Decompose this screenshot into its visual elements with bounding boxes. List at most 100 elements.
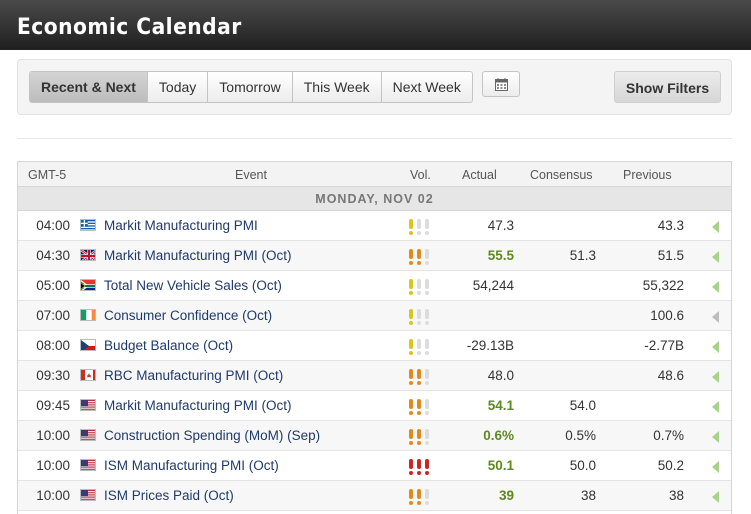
header-consensus: Consensus	[530, 168, 593, 182]
event-name[interactable]: Markit Manufacturing PMI (Oct)	[104, 248, 292, 263]
volatility-icon	[407, 368, 435, 386]
consensus-value: 54.0	[569, 398, 596, 413]
event-rows: 04:00 Markit Manufacturing PMI 47.3 43.3 04:…	[18, 211, 731, 511]
country-flag-icon	[80, 399, 96, 411]
event-time: 10:00	[36, 488, 70, 503]
table-row[interactable]: 04:00 Markit Manufacturing PMI 47.3 43.3	[18, 211, 731, 241]
table-row[interactable]: 10:00 ISM Prices Paid (Oct) 39 38 38	[18, 481, 731, 511]
event-time: 09:45	[36, 398, 70, 413]
consensus-value: 50.0	[569, 458, 596, 473]
actual-value: 50.1	[487, 458, 514, 473]
event-name[interactable]: ISM Prices Paid (Oct)	[104, 488, 234, 503]
event-name[interactable]: Consumer Confidence (Oct)	[104, 308, 272, 323]
previous-value: 38	[668, 488, 684, 503]
expand-arrow-icon[interactable]	[712, 341, 719, 353]
consensus-value: 0.5%	[565, 428, 596, 443]
event-name[interactable]: Total New Vehicle Sales (Oct)	[104, 278, 282, 293]
previous-value: 0.7%	[653, 428, 684, 443]
event-time: 07:00	[36, 308, 70, 323]
page-header: Economic Calendar	[0, 0, 751, 50]
event-name[interactable]: Markit Manufacturing PMI	[104, 218, 258, 233]
calendar-icon	[495, 78, 508, 91]
expand-arrow-icon[interactable]	[712, 281, 719, 293]
table-row[interactable]: 09:30 RBC Manufacturing PMI (Oct) 48.0 48.6	[18, 361, 731, 391]
expand-arrow-icon[interactable]	[712, 251, 719, 263]
tab-next-week[interactable]: Next Week	[382, 72, 472, 102]
tab-recent-next[interactable]: Recent & Next	[30, 72, 148, 102]
volatility-icon	[407, 398, 435, 416]
consensus-value: 51.3	[569, 248, 596, 263]
previous-value: 48.6	[657, 368, 684, 383]
table-row[interactable]: 09:45 Markit Manufacturing PMI (Oct) 54.1 5…	[18, 391, 731, 421]
divider	[17, 138, 732, 139]
actual-value: -29.13B	[466, 338, 514, 353]
country-flag-icon	[80, 309, 96, 321]
event-time: 10:00	[36, 458, 70, 473]
country-flag-icon	[80, 429, 96, 441]
actual-value: 54.1	[487, 398, 514, 413]
expand-arrow-icon[interactable]	[712, 461, 719, 473]
event-name[interactable]: RBC Manufacturing PMI (Oct)	[104, 368, 283, 383]
table-row[interactable]: 10:00 ISM Manufacturing PMI (Oct) 50.1 50.0…	[18, 451, 731, 481]
event-name[interactable]: ISM Manufacturing PMI (Oct)	[104, 458, 279, 473]
previous-value: -2.77B	[644, 338, 684, 353]
expand-arrow-icon[interactable]	[712, 371, 719, 383]
event-time: 08:00	[36, 338, 70, 353]
header-vol: Vol.	[410, 168, 431, 182]
country-flag-icon	[80, 219, 96, 231]
volatility-icon	[407, 218, 435, 236]
table-header: GMT-5 Event Vol. Actual Consensus Previo…	[18, 162, 731, 187]
calendar-table: GMT-5 Event Vol. Actual Consensus Previo…	[17, 161, 732, 514]
event-time: 05:00	[36, 278, 70, 293]
expand-arrow-icon[interactable]	[712, 401, 719, 413]
header-event: Event	[235, 168, 267, 182]
tab-today[interactable]: Today	[148, 72, 209, 102]
volatility-icon	[407, 458, 435, 476]
tab-tomorrow[interactable]: Tomorrow	[208, 72, 293, 102]
previous-value: 100.6	[650, 308, 684, 323]
volatility-icon	[407, 278, 435, 296]
event-name[interactable]: Markit Manufacturing PMI (Oct)	[104, 398, 292, 413]
country-flag-icon	[80, 339, 96, 351]
previous-value: 55,322	[642, 278, 684, 293]
show-filters-button[interactable]: Show Filters	[614, 71, 721, 103]
day-header: MONDAY, NOV 02	[18, 187, 731, 211]
expand-arrow-icon[interactable]	[712, 431, 719, 443]
volatility-icon	[407, 428, 435, 446]
tab-this-week[interactable]: This Week	[293, 72, 382, 102]
country-flag-icon	[80, 489, 96, 501]
expand-arrow-icon[interactable]	[712, 311, 719, 323]
previous-value: 51.5	[657, 248, 684, 263]
event-time: 04:30	[36, 248, 70, 263]
previous-value: 50.2	[657, 458, 684, 473]
table-row[interactable]: 05:00 Total New Vehicle Sales (Oct) 54,244…	[18, 271, 731, 301]
volatility-icon	[407, 248, 435, 266]
previous-value: 43.3	[657, 218, 684, 233]
table-row[interactable]: 07:00 Consumer Confidence (Oct) 100.6	[18, 301, 731, 331]
page-title: Economic Calendar	[17, 15, 242, 40]
header-actual: Actual	[462, 168, 497, 182]
header-previous: Previous	[623, 168, 672, 182]
table-row[interactable]: 10:00 Construction Spending (MoM) (Sep) 0.…	[18, 421, 731, 451]
volatility-icon	[407, 488, 435, 506]
volatility-icon	[407, 338, 435, 356]
actual-value: 48.0	[487, 368, 514, 383]
actual-value: 39	[498, 488, 514, 503]
actual-value: 55.5	[487, 248, 514, 263]
event-name[interactable]: Construction Spending (MoM) (Sep)	[104, 428, 320, 443]
event-name[interactable]: Budget Balance (Oct)	[104, 338, 233, 353]
expand-arrow-icon[interactable]	[712, 491, 719, 503]
country-flag-icon	[80, 279, 96, 291]
header-timezone[interactable]: GMT-5	[28, 168, 66, 182]
event-time: 10:00	[36, 428, 70, 443]
calendar-button[interactable]	[482, 71, 520, 97]
table-row[interactable]: 04:30 Markit Manufacturing PMI (Oct) 55.5 5…	[18, 241, 731, 271]
period-tabs: Recent & Next Today Tomorrow This Week N…	[29, 71, 473, 103]
volatility-icon	[407, 308, 435, 326]
event-time: 09:30	[36, 368, 70, 383]
actual-value: 0.6%	[483, 428, 514, 443]
actual-value: 54,244	[472, 278, 514, 293]
expand-arrow-icon[interactable]	[712, 221, 719, 233]
table-row[interactable]: 08:00 Budget Balance (Oct) -29.13B -2.77B	[18, 331, 731, 361]
consensus-value: 38	[580, 488, 596, 503]
